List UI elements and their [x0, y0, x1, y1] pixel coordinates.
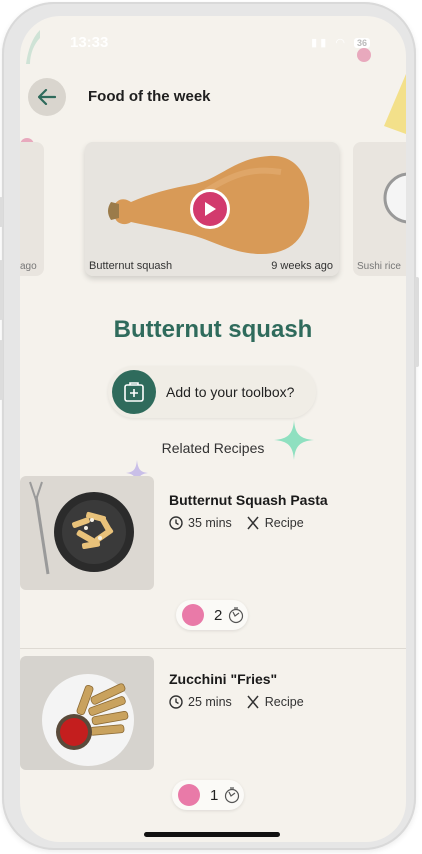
signal-icon: ▮▮ [311, 37, 330, 49]
recipe-meta: 35 mins Recipe [169, 516, 304, 530]
play-video-button[interactable] [190, 189, 230, 229]
decor-triangle [384, 74, 406, 134]
sushi-rice-image [383, 172, 406, 224]
recipe-title: Butternut Squash Pasta [169, 492, 328, 508]
rating-count: 1 [210, 787, 219, 804]
battery-icon: 36 [353, 38, 370, 49]
divider [20, 648, 406, 649]
cutlery-icon [246, 516, 260, 530]
page-title: Food of the week [88, 88, 211, 105]
carousel-card-age: 9 weeks ago [271, 260, 333, 272]
rating-pill[interactable]: 1 [172, 780, 244, 810]
smiley-icon [182, 604, 204, 626]
zucchini-fries-image [20, 656, 154, 770]
app-screen: 13:33 ▮▮ ◠ 36 Food of the week ago Butte… [20, 16, 406, 842]
status-icons: ▮▮ ◠ 36 [311, 36, 370, 49]
carousel-card-name: Sushi rice [357, 261, 401, 272]
smiley-icon [178, 784, 200, 806]
related-recipes-heading: Related Recipes [161, 440, 265, 456]
wifi-icon: ◠ [335, 37, 348, 49]
side-button-silent [0, 197, 3, 227]
recipe-title: Zucchini "Fries" [169, 671, 278, 687]
back-button[interactable] [28, 78, 66, 116]
phone-frame: 13:33 ▮▮ ◠ 36 Food of the week ago Butte… [0, 2, 419, 850]
carousel-card-previous[interactable]: ago [20, 142, 44, 276]
timer-icon [228, 607, 244, 624]
recipe-type: Recipe [264, 516, 304, 530]
side-button-volume-down [0, 340, 3, 400]
recipe-time: 25 mins [188, 695, 232, 709]
recipe-image [20, 656, 154, 770]
recipe-type: Recipe [264, 695, 304, 709]
recipe-time: 35 mins [188, 516, 232, 530]
home-indicator[interactable] [144, 832, 280, 837]
add-to-toolbox-icon [124, 382, 144, 402]
side-button-volume-up [0, 260, 3, 320]
pasta-image [20, 476, 154, 590]
cutlery-icon [246, 695, 260, 709]
carousel-card-name: Butternut squash [89, 260, 173, 272]
food-title: Butternut squash [113, 316, 313, 343]
side-button-power [415, 277, 419, 367]
recipe-image [20, 476, 154, 590]
add-to-toolbox-label: Add to your toolbox? [166, 384, 295, 400]
carousel-card-next[interactable]: Sushi rice [353, 142, 406, 276]
status-bar: 13:33 ▮▮ ◠ 36 [20, 16, 406, 60]
status-time: 13:33 [70, 34, 109, 51]
add-to-toolbox-icon-wrap [112, 370, 156, 414]
carousel-card-current[interactable]: Butternut squash 9 weeks ago [85, 142, 339, 276]
timer-icon [224, 787, 240, 804]
play-icon [205, 202, 216, 216]
recipe-meta: 25 mins Recipe [169, 695, 304, 709]
add-to-toolbox-button[interactable]: Add to your toolbox? [108, 366, 316, 418]
clock-icon [169, 695, 183, 709]
clock-icon [169, 516, 183, 530]
rating-count: 2 [214, 607, 223, 624]
rating-pill[interactable]: 2 [176, 600, 248, 630]
back-arrow-icon [38, 89, 56, 105]
carousel-card-age: ago [20, 261, 37, 272]
